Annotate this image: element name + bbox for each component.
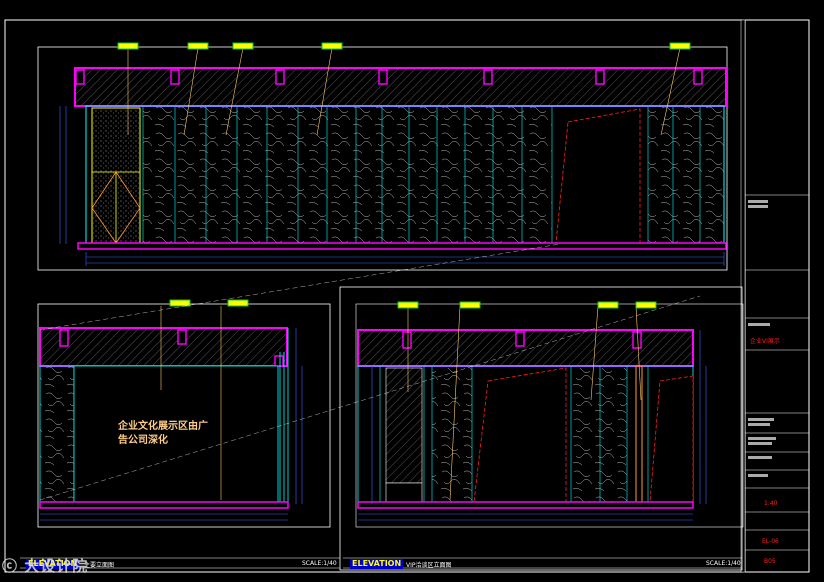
left-view-scale: SCALE:1/40 — [302, 560, 337, 567]
left-elevation — [37, 299, 331, 528]
title-block-sheet-no: EL-06 — [762, 538, 779, 545]
top-marble-right — [648, 107, 724, 243]
watermark: ⓒ 大设计院 — [2, 555, 88, 576]
right-floor-line — [357, 501, 694, 509]
top-floor-line — [77, 242, 727, 250]
top-elevation — [37, 42, 728, 271]
title-block-frame — [744, 19, 810, 573]
left-ceiling-band — [39, 327, 288, 367]
top-marble-left — [143, 107, 552, 243]
cad-drawing-canvas[interactable] — [0, 0, 824, 582]
left-marble-strip — [39, 365, 75, 503]
top-display-screen — [555, 108, 641, 244]
title-block-rows — [745, 194, 809, 551]
right-screen-2 — [649, 375, 694, 503]
right-screen-1 — [473, 367, 567, 503]
right-marble-b — [571, 368, 627, 504]
left-view-name: 主要立面图 — [84, 562, 115, 569]
title-block-red-title: 企业VI展示 — [750, 338, 780, 345]
right-elevation — [339, 286, 744, 571]
copyright-icon: ⓒ 大设计院 — [2, 557, 89, 575]
left-floor-line — [39, 501, 289, 509]
display-area-note: 企业文化展示区由广告公司深化 — [118, 421, 208, 446]
right-view-name: VIP洽谈区立面图 — [406, 562, 452, 569]
title-block-scale: 1:40 — [764, 500, 778, 507]
right-view-scale: SCALE:1/40 — [706, 560, 741, 567]
title-block-page: B05 — [764, 558, 776, 565]
right-cabinet — [385, 367, 423, 484]
right-elevation-tag: ELEVATION — [350, 559, 404, 569]
right-wood-post — [635, 365, 643, 505]
right-marble-a — [432, 368, 472, 504]
